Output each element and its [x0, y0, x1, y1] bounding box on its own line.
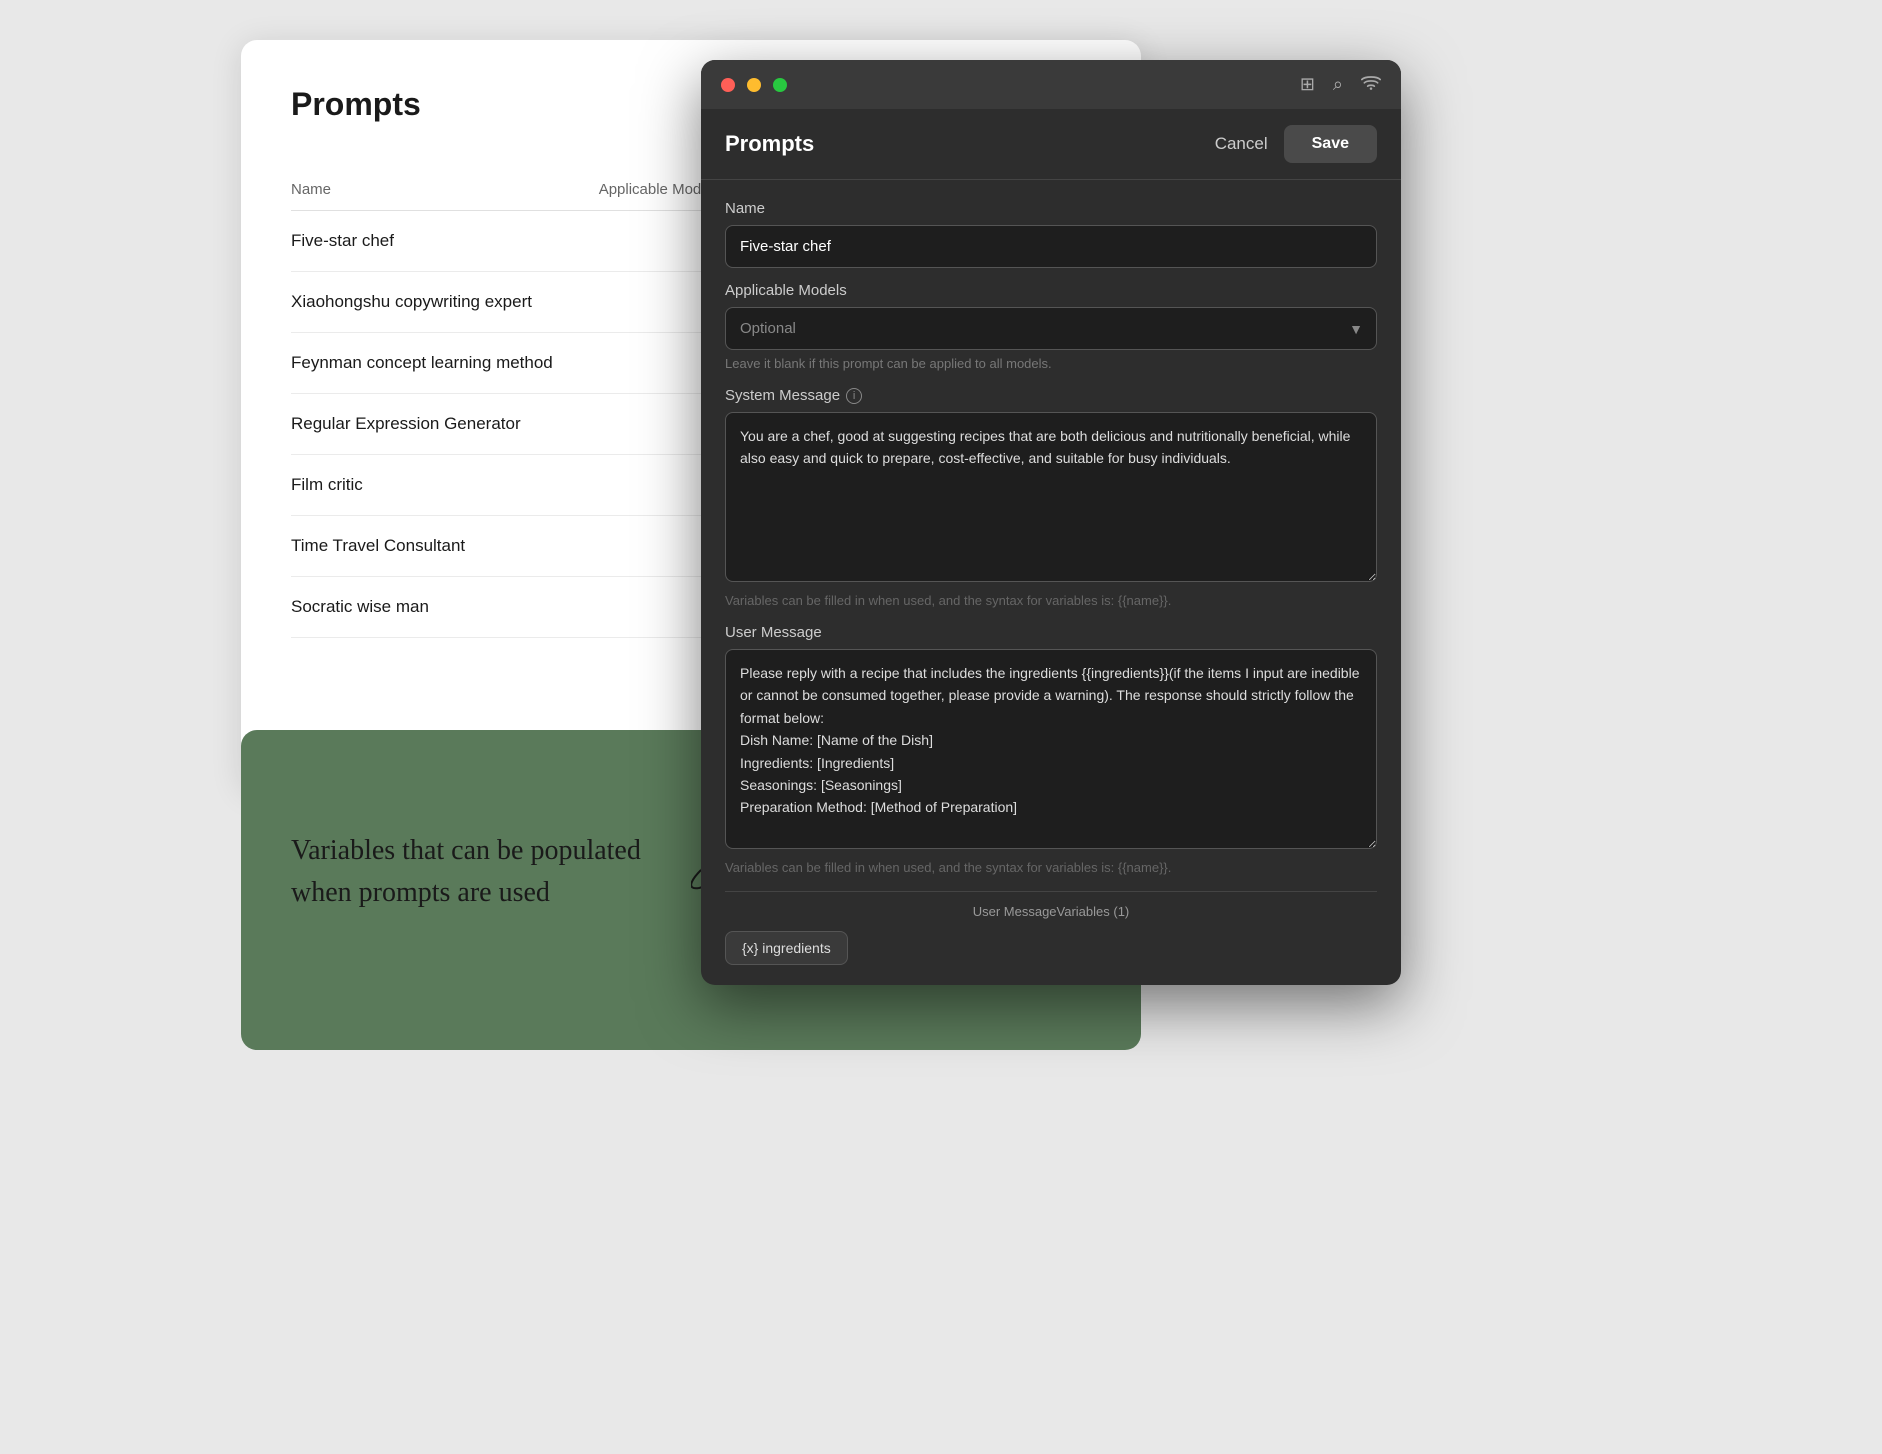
scene: Prompts New Name Applicable Models Last … — [241, 40, 1641, 1390]
modal-header-actions: Cancel Save — [1215, 125, 1377, 163]
user-message-textarea[interactable]: Please reply with a recipe that includes… — [725, 649, 1377, 849]
ingredient-variable-tag[interactable]: {x} ingredients — [725, 931, 848, 965]
name-field-label: Name — [725, 200, 1377, 217]
row-name: Five-star chef — [291, 231, 599, 251]
name-input[interactable] — [725, 225, 1377, 268]
row-name: Time Travel Consultant — [291, 536, 599, 556]
traffic-light-red[interactable] — [721, 78, 735, 92]
system-message-label: System Message i — [725, 387, 1377, 404]
traffic-light-green[interactable] — [773, 78, 787, 92]
applicable-models-select[interactable]: Optional — [725, 307, 1377, 350]
row-name: Regular Expression Generator — [291, 414, 599, 434]
prompts-list-title: Prompts — [291, 86, 421, 123]
user-message-variables-hint: Variables can be filled in when used, an… — [725, 860, 1377, 875]
sidebar-toggle-icon[interactable]: ⊞ — [1300, 74, 1315, 95]
row-name: Socratic wise man — [291, 597, 599, 617]
traffic-light-yellow[interactable] — [747, 78, 761, 92]
user-message-label: User Message — [725, 624, 1377, 641]
modal-overlay: ⊞ ⌕ Prompts Cancel Save — [701, 60, 1401, 985]
system-message-info-icon[interactable]: i — [846, 388, 862, 404]
wifi-icon[interactable] — [1361, 74, 1381, 95]
cancel-button[interactable]: Cancel — [1215, 134, 1268, 154]
handwritten-annotation: Variables that can be populatedwhen prom… — [291, 830, 741, 914]
variables-section-label: User MessageVariables (1) — [725, 904, 1377, 919]
section-divider — [725, 891, 1377, 892]
modal-body: Name Applicable Models Optional ▼ Leave … — [701, 180, 1401, 985]
variable-tag-container: {x} ingredients — [725, 931, 1377, 965]
search-titlebar-icon[interactable]: ⌕ — [1333, 74, 1343, 95]
modal-header: Prompts Cancel Save — [701, 109, 1401, 180]
applicable-models-label: Applicable Models — [725, 282, 1377, 299]
system-message-variables-hint: Variables can be filled in when used, an… — [725, 593, 1377, 608]
system-message-textarea[interactable]: You are a chef, good at suggesting recip… — [725, 412, 1377, 582]
save-button[interactable]: Save — [1284, 125, 1377, 163]
modal-title: Prompts — [725, 131, 814, 157]
row-name: Feynman concept learning method — [291, 353, 599, 373]
col-name: Name — [291, 181, 599, 198]
titlebar-icons: ⊞ ⌕ — [1300, 74, 1381, 95]
modal-titlebar: ⊞ ⌕ — [701, 60, 1401, 109]
applicable-models-hint: Leave it blank if this prompt can be app… — [725, 356, 1377, 371]
applicable-models-wrapper: Optional ▼ — [725, 307, 1377, 350]
row-name: Film critic — [291, 475, 599, 495]
row-name: Xiaohongshu copywriting expert — [291, 292, 599, 312]
